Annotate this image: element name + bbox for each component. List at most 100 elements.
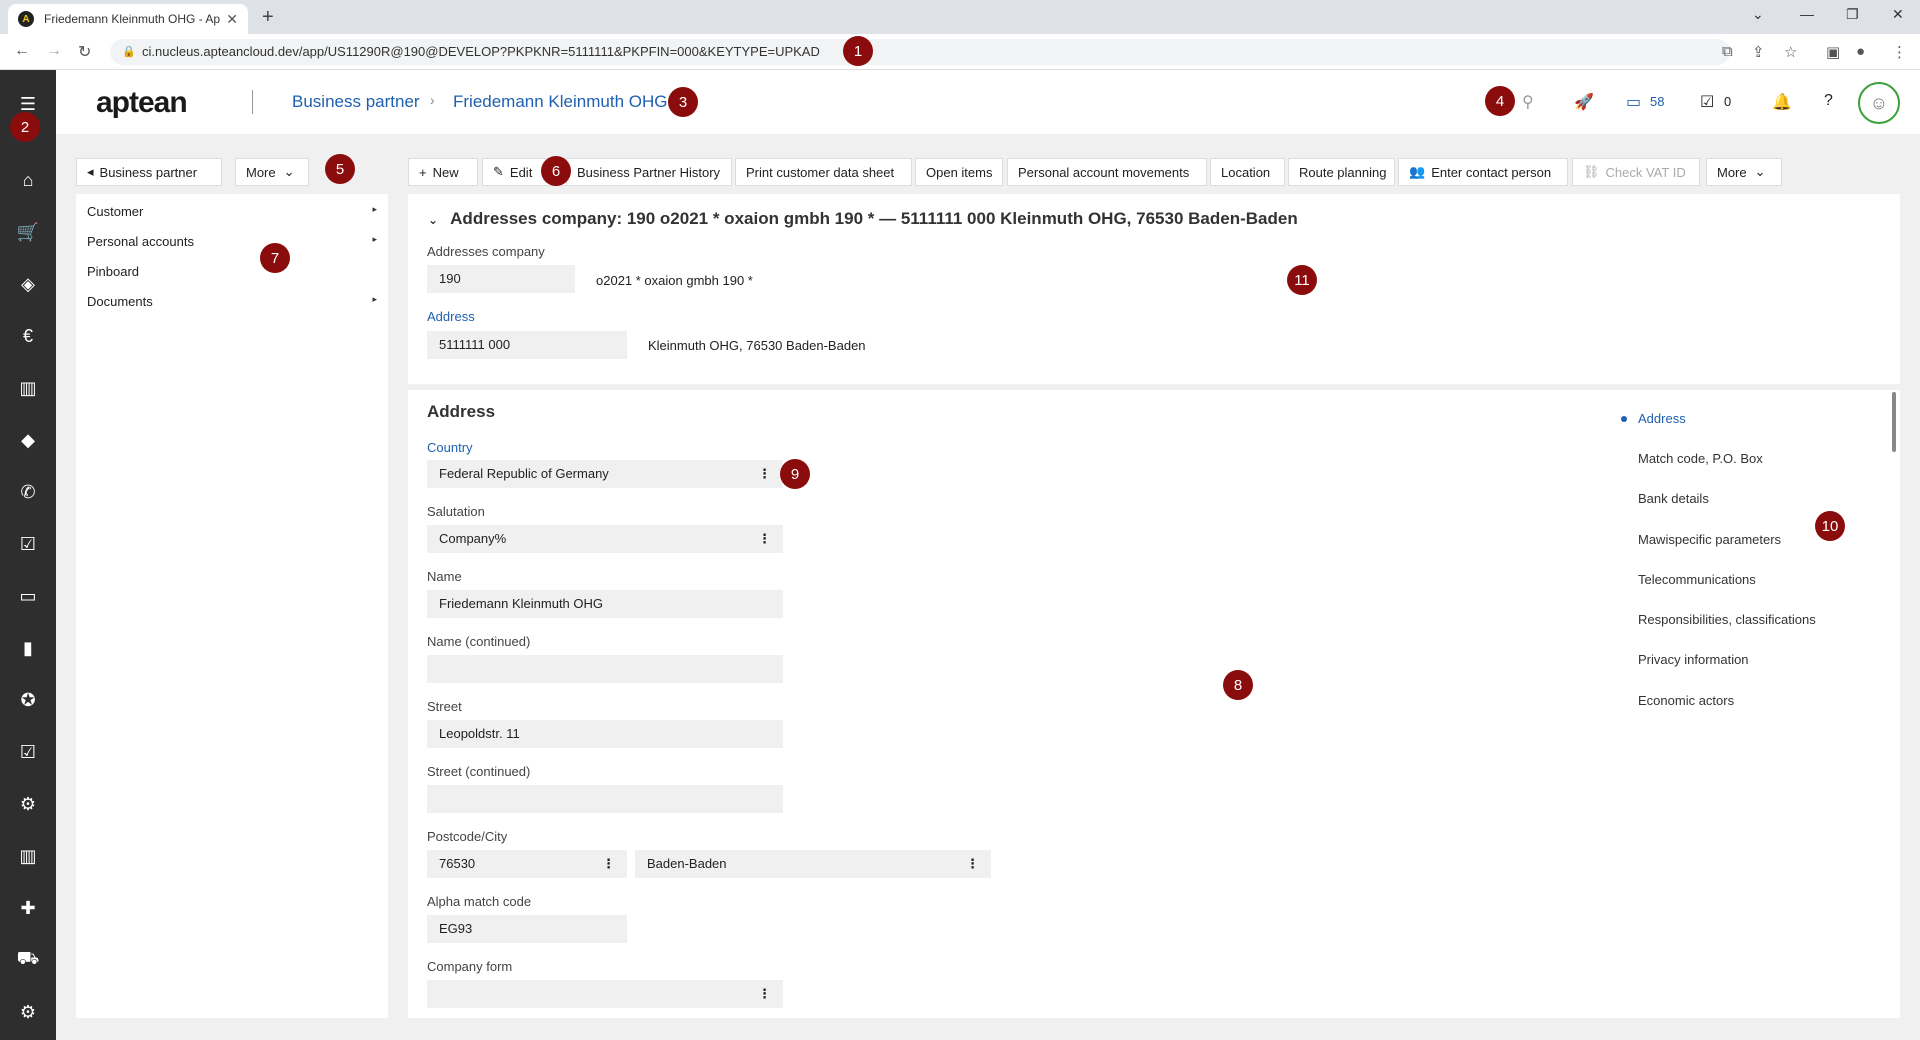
user-avatar[interactable]: ☺	[1858, 82, 1900, 124]
annotation-marker: 6	[541, 156, 571, 186]
factory-2-icon[interactable]: ▥	[14, 842, 42, 870]
inbox-count: 58	[1650, 94, 1665, 109]
layers-icon[interactable]: ◆	[14, 426, 42, 454]
salutation-field[interactable]: Company% ⋮	[427, 525, 783, 553]
name-continued-field[interactable]	[427, 655, 783, 683]
side-panel-icon[interactable]: ▣	[1826, 43, 1840, 61]
enter-contact-person-button[interactable]: 👥 Enter contact person	[1398, 158, 1568, 186]
more-vertical-icon[interactable]: ⋮	[758, 980, 771, 1008]
puzzle-icon[interactable]: ✚	[14, 894, 42, 922]
open-items-button[interactable]: Open items	[915, 158, 1003, 186]
toc-item-economic-actors[interactable]: Economic actors	[1638, 693, 1734, 708]
star-icon[interactable]: ☆	[1784, 43, 1797, 61]
annotation-marker: 8	[1223, 670, 1253, 700]
new-tab-icon[interactable]: +	[262, 6, 274, 29]
minimize-icon[interactable]: —	[1800, 6, 1814, 22]
close-window-icon[interactable]: ✕	[1892, 6, 1904, 23]
help-icon[interactable]: ?	[1824, 92, 1833, 110]
tasks-icon[interactable]: ☑	[14, 738, 42, 766]
breadcrumb-partner-name[interactable]: Friedemann Kleinmuth OHG	[453, 92, 667, 112]
history-button[interactable]: Business Partner History	[566, 158, 732, 186]
toc-item-match-code[interactable]: Match code, P.O. Box	[1638, 451, 1763, 466]
phone-icon[interactable]: ✆	[14, 478, 42, 506]
reload-icon[interactable]: ↻	[78, 42, 91, 62]
toc-item-privacy[interactable]: Privacy information	[1638, 652, 1749, 667]
aptean-logo[interactable]: aptean	[96, 86, 188, 120]
location-button[interactable]: Location	[1210, 158, 1285, 186]
search-icon[interactable]: ⚲	[1522, 92, 1534, 112]
toc-item-telecommunications[interactable]: Telecommunications	[1638, 572, 1756, 587]
settings-icon[interactable]: ⚙	[14, 790, 42, 818]
name-field[interactable]: Friedemann Kleinmuth OHG	[427, 590, 783, 618]
more-vertical-icon[interactable]: ⋮	[966, 850, 979, 878]
country-label[interactable]: Country	[427, 440, 473, 455]
task-check-icon[interactable]: ☑	[1700, 92, 1714, 112]
link-icon: ⛓	[1583, 164, 1600, 179]
check-vat-id-button[interactable]: ⛓ Check VAT ID	[1572, 158, 1700, 186]
address-link-label[interactable]: Address	[427, 309, 475, 324]
handshake-icon[interactable]: ◈	[14, 270, 42, 298]
chevron-right-icon: ›	[430, 92, 435, 108]
city-field[interactable]: Baden-Baden ⋮	[635, 850, 991, 878]
truck-icon[interactable]: ⛟	[14, 946, 42, 974]
address-form-title: Address	[427, 402, 496, 421]
nav-item-personal-accounts[interactable]: Personal accounts ▸	[87, 234, 377, 249]
bookmark-icon[interactable]: ▮	[14, 634, 42, 662]
breadcrumb-business-partner[interactable]: Business partner	[292, 92, 420, 112]
home-icon[interactable]: ⌂	[14, 166, 42, 194]
company-form-field[interactable]: ⋮	[427, 980, 783, 1008]
chevron-down-icon[interactable]: ⌄	[428, 213, 438, 227]
chevron-down-icon[interactable]: ⌄	[1752, 6, 1764, 23]
country-field[interactable]: Federal Republic of Germany ⋮	[427, 460, 783, 488]
rocket-icon[interactable]: 🚀	[1574, 92, 1594, 112]
alpha-match-code-field[interactable]: EG93	[427, 915, 627, 943]
street-continued-field[interactable]	[427, 785, 783, 813]
toc-item-mawispecific[interactable]: Mawispecific parameters	[1638, 532, 1781, 547]
shopping-cart-icon[interactable]: 🛒	[14, 218, 42, 246]
nav-item-documents[interactable]: Documents ▸	[87, 294, 377, 309]
app-header: aptean Business partner › Friedemann Kle…	[56, 70, 1920, 134]
nav-item-pinboard[interactable]: Pinboard	[87, 264, 377, 279]
toc-item-responsibilities[interactable]: Responsibilities, classifications	[1638, 612, 1816, 627]
addresses-company-field: 190	[427, 265, 575, 293]
browser-tab[interactable]: A Friedemann Kleinmuth OHG - Ap ✕	[8, 4, 248, 34]
badge-check-icon[interactable]: ✪	[14, 686, 42, 714]
translate-icon[interactable]: ⧉	[1722, 43, 1733, 60]
forward-arrow-icon[interactable]: →	[46, 42, 62, 60]
inbox-icon[interactable]: ▭	[14, 582, 42, 610]
more-button[interactable]: More ⌄	[1706, 158, 1782, 186]
toc-item-bank-details[interactable]: Bank details	[1638, 491, 1709, 506]
street-field[interactable]: Leopoldstr. 11	[427, 720, 783, 748]
nav-item-customer[interactable]: Customer ▸	[87, 204, 377, 219]
more-vertical-icon[interactable]: ⋮	[758, 525, 771, 553]
scrollbar[interactable]	[1892, 392, 1896, 452]
account-movements-button[interactable]: Personal account movements	[1007, 158, 1207, 186]
addresses-company-section: ⌄ Addresses company: 190 o2021 * oxaion …	[408, 194, 1900, 384]
menu-dots-icon[interactable]: ⋮	[1892, 43, 1907, 61]
bell-icon[interactable]: 🔔	[1772, 92, 1792, 112]
restore-icon[interactable]: ❐	[1846, 6, 1859, 23]
new-button[interactable]: + New	[408, 158, 478, 186]
back-arrow-icon[interactable]: ←	[14, 42, 30, 60]
chevron-down-icon: ⌄	[283, 164, 295, 179]
left-more-button[interactable]: More ⌄	[235, 158, 309, 186]
profile-icon[interactable]: ●	[1856, 43, 1865, 60]
share-icon[interactable]: ⇪	[1752, 43, 1765, 61]
more-vertical-icon[interactable]: ⋮	[758, 460, 771, 488]
factory-icon[interactable]: ▥	[14, 374, 42, 402]
print-data-sheet-button[interactable]: Print customer data sheet	[735, 158, 912, 186]
euro-icon[interactable]: €	[14, 322, 42, 350]
back-business-partner-button[interactable]: ◂ Business partner	[76, 158, 222, 186]
clipboard-check-icon[interactable]: ☑	[14, 530, 42, 558]
url-input[interactable]: 🔒 ci.nucleus.apteancloud.dev/app/US11290…	[110, 39, 1730, 65]
close-icon[interactable]: ✕	[226, 11, 238, 28]
toc-item-address[interactable]: Address	[1638, 411, 1686, 426]
postcode-field[interactable]: 76530 ⋮	[427, 850, 627, 878]
more-vertical-icon[interactable]: ⋮	[602, 850, 615, 878]
addresses-company-description: o2021 * oxaion gmbh 190 *	[596, 273, 753, 288]
route-planning-button[interactable]: Route planning	[1288, 158, 1395, 186]
settings-2-icon[interactable]: ⚙	[14, 998, 42, 1026]
browser-tab-title: Friedemann Kleinmuth OHG - Ap	[44, 12, 221, 26]
section-title[interactable]: ⌄ Addresses company: 190 o2021 * oxaion …	[428, 209, 1298, 229]
inbox-icon[interactable]: ▭	[1626, 92, 1641, 112]
